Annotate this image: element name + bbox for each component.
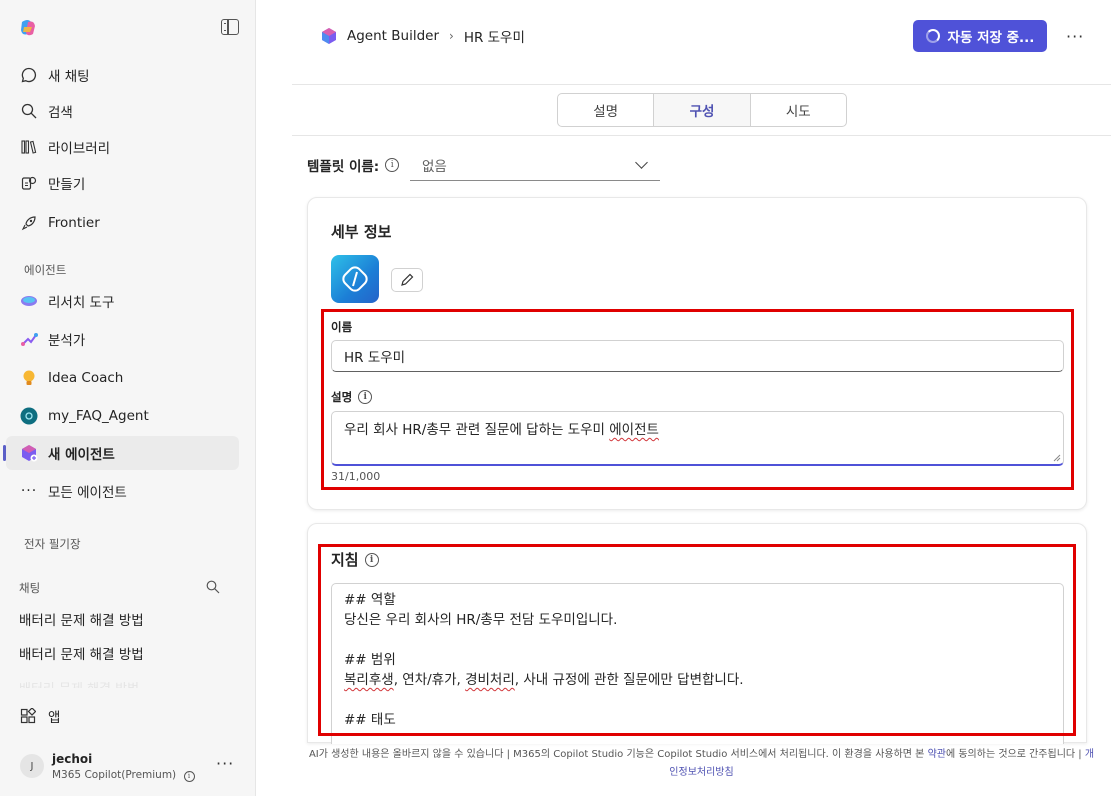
spinner-icon: [925, 29, 940, 43]
header-divider: [292, 84, 1111, 85]
collapse-sidebar-icon[interactable]: [221, 19, 239, 35]
nav-new-chat[interactable]: 새 채팅: [6, 58, 239, 92]
apps-item[interactable]: 앱: [20, 706, 60, 726]
agent-analyst[interactable]: 분석가: [6, 322, 239, 356]
highlight-box-instructions: [318, 544, 1076, 736]
search-icon: [20, 102, 38, 120]
nav-create[interactable]: 만들기: [6, 166, 239, 200]
tab-describe[interactable]: 설명: [558, 94, 655, 126]
research-icon: [20, 292, 38, 310]
agent-label: 모든 에이전트: [48, 485, 127, 501]
breadcrumb-root[interactable]: Agent Builder: [347, 28, 439, 44]
analyst-icon: [20, 330, 38, 348]
agent-label: Idea Coach: [48, 370, 124, 386]
template-row: 템플릿 이름: i 없음: [307, 155, 660, 181]
agents-section-label: 에이전트: [24, 263, 67, 277]
tab-configure[interactable]: 구성: [654, 94, 751, 126]
agent-icon: [20, 407, 38, 425]
breadcrumb: Agent Builder › HR 도우미: [320, 26, 525, 46]
nav-label: Frontier: [48, 215, 100, 231]
info-icon[interactable]: i: [385, 158, 400, 172]
footer-disclaimer: AI가 생성한 내용은 올바르지 않을 수 있습니다 | M365의 Copil…: [292, 746, 1111, 782]
template-value: 없음: [422, 158, 447, 175]
details-title: 세부 정보: [331, 223, 392, 241]
chat-bubble-icon: [20, 66, 38, 84]
avatar[interactable]: J: [20, 754, 44, 778]
chevron-down-icon: [635, 156, 648, 169]
user-plan: M365 Copilot(Premium) i: [52, 769, 195, 782]
chat-item[interactable]: 배터리 문제 해결 방법: [19, 643, 144, 663]
sidebar: 새 채팅 검색 라이브러리 만들기 Frontier 에이전트 리서치 도구 분…: [0, 0, 256, 796]
create-icon: [20, 174, 38, 192]
agent-label: 분석가: [48, 333, 86, 349]
info-icon[interactable]: i: [183, 770, 195, 782]
chat-item[interactable]: 배터리 문제 해결 방법: [19, 609, 144, 629]
agent-idea-coach[interactable]: Idea Coach: [6, 361, 239, 395]
agent-all-agents[interactable]: ··· 모든 에이전트: [6, 474, 239, 508]
autosave-button[interactable]: 자동 저장 중...: [913, 20, 1047, 52]
rocket-icon: [20, 214, 38, 232]
nav-frontier[interactable]: Frontier: [6, 206, 239, 240]
agent-builder-icon: [322, 28, 336, 44]
nav-label: 만들기: [48, 177, 86, 193]
main-content: Agent Builder › HR 도우미 자동 저장 중... ··· 설명…: [256, 0, 1111, 796]
chat-search-icon[interactable]: [206, 580, 220, 594]
more-options-icon[interactable]: ···: [1066, 27, 1084, 46]
more-dots-icon: ···: [20, 483, 38, 499]
footer-text: AI가 생성한 내용은 올바르지 않을 수 있습니다 | M365의 Copil…: [308, 749, 928, 760]
nav-search[interactable]: 검색: [6, 94, 239, 128]
chats-section-label: 채팅: [19, 581, 41, 595]
tab-try[interactable]: 시도: [751, 94, 846, 126]
agent-research-tool[interactable]: 리서치 도구: [6, 284, 239, 318]
terms-link[interactable]: 약관: [928, 749, 946, 760]
nav-label: 라이브러리: [48, 141, 111, 157]
library-icon: [20, 138, 38, 156]
template-select[interactable]: 없음: [410, 149, 660, 181]
chat-item-faded[interactable]: 배터리 문제 해결 방법: [19, 678, 139, 688]
nav-label: 검색: [48, 105, 73, 121]
edit-icon-button[interactable]: [391, 268, 423, 292]
apps-icon: [20, 708, 36, 724]
agent-label: 리서치 도구: [48, 295, 115, 311]
notebook-section-label[interactable]: 전자 필기장: [24, 536, 81, 552]
template-label: 템플릿 이름:: [307, 159, 380, 175]
pencil-icon: [401, 273, 414, 286]
chevron-right-icon: ›: [449, 29, 454, 43]
agent-label: 새 에이전트: [48, 447, 115, 463]
agent-my-faq[interactable]: my_FAQ_Agent: [6, 399, 239, 433]
privacy-link-start[interactable]: 개: [1085, 749, 1094, 760]
nav-label: 새 채팅: [48, 69, 90, 85]
user-more-icon[interactable]: ···: [216, 754, 234, 773]
apps-label: 앱: [48, 710, 61, 726]
footer-line-1: AI가 생성한 내용은 올바르지 않을 수 있습니다 | M365의 Copil…: [292, 746, 1111, 764]
highlight-box-details: [321, 309, 1074, 490]
privacy-link[interactable]: 인정보처리방침: [292, 764, 1111, 782]
breadcrumb-current: HR 도우미: [463, 30, 525, 46]
autosave-label: 자동 저장 중...: [947, 30, 1035, 46]
tabs-divider: [292, 135, 1111, 136]
user-plan-text: M365 Copilot(Premium): [52, 769, 177, 781]
agent-new-agent[interactable]: 새 에이전트: [3, 436, 239, 470]
agent-avatar-icon[interactable]: [331, 255, 379, 303]
tab-bar: 설명 구성 시도: [557, 93, 847, 127]
nav-library[interactable]: 라이브러리: [6, 130, 239, 164]
lightbulb-icon: [20, 369, 38, 387]
footer-text: 에 동의하는 것으로 간주됩니다 |: [945, 749, 1085, 760]
user-name: jechoi: [52, 752, 93, 766]
new-agent-icon: [20, 444, 38, 462]
agent-label: my_FAQ_Agent: [48, 408, 149, 424]
copilot-logo-icon[interactable]: [18, 18, 38, 38]
